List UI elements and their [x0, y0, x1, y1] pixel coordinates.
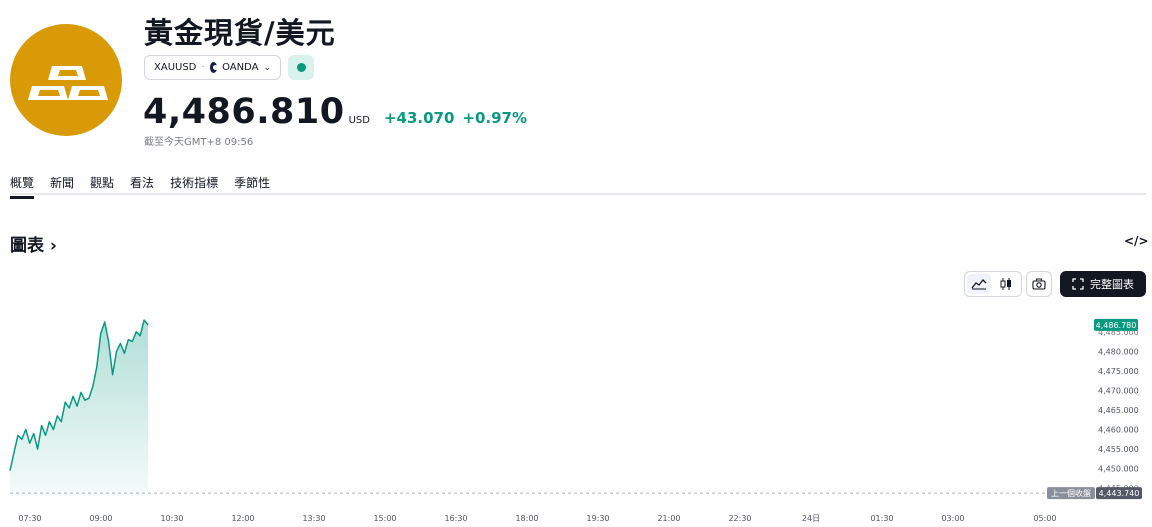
as-of-timestamp: 截至今天GMT+8 09:56 — [144, 137, 254, 148]
y-tick-label: 4,465.000 — [1098, 406, 1139, 415]
x-tick-label: 22:30 — [728, 514, 751, 523]
x-tick-label: 12:00 — [231, 514, 254, 523]
x-tick-label: 09:00 — [89, 514, 112, 523]
fullscreen-icon — [1072, 278, 1084, 290]
tab-bar: 概覽 新聞 觀點 看法 技術指標 季節性 — [10, 174, 270, 199]
area-chart-button[interactable] — [967, 274, 991, 294]
price-row: 4,486.810 USD +43.070 +0.97% — [143, 92, 527, 132]
y-tick-label: 4,480.000 — [1098, 347, 1139, 356]
chart-style-toggle — [964, 271, 1022, 297]
tab-seasonals[interactable]: 季節性 — [234, 174, 270, 199]
y-tick-label: 4,470.000 — [1098, 386, 1139, 395]
snapshot-button[interactable] — [1026, 271, 1052, 297]
area-chart-icon — [971, 279, 987, 290]
oanda-icon — [209, 62, 219, 73]
tab-overview[interactable]: 概覽 — [10, 174, 35, 199]
tab-news[interactable]: 新聞 — [50, 174, 74, 199]
y-tick-label: 4,450.000 — [1098, 465, 1139, 474]
current-price: 4,486.810 — [143, 92, 345, 132]
chevron-right-icon: › — [49, 236, 57, 256]
separator-dot: · — [201, 62, 205, 73]
exchange-label: OANDA — [222, 62, 259, 73]
code-icon[interactable]: </> — [1124, 234, 1149, 248]
symbol-selector[interactable]: XAUUSD · OANDA ⌄ — [144, 55, 281, 80]
x-tick-label: 01:30 — [870, 514, 893, 523]
market-open-dot-icon — [297, 63, 306, 72]
x-tick-label: 10:30 — [160, 514, 183, 523]
chevron-down-icon: ⌄ — [263, 62, 271, 73]
candlestick-icon — [1000, 278, 1011, 290]
y-tick-label: 4,475.000 — [1098, 367, 1139, 376]
tab-opinions[interactable]: 看法 — [130, 174, 154, 199]
x-tick-label: 19:30 — [586, 514, 609, 523]
tab-ideas[interactable]: 觀點 — [90, 174, 114, 199]
price-change-percent: +0.97% — [462, 109, 528, 127]
candlestick-chart-button[interactable] — [994, 274, 1018, 294]
x-tick-label: 13:30 — [302, 514, 325, 523]
full-chart-label: 完整圖表 — [1090, 278, 1134, 291]
x-tick-label: 15:00 — [373, 514, 396, 523]
x-tick-label: 07:30 — [18, 514, 41, 523]
page-title: 黃金現貨/美元 — [144, 16, 336, 50]
x-tick-label: 05:00 — [1033, 514, 1056, 523]
chart-section-title: 圖表 — [10, 236, 44, 256]
x-tick-label: 03:00 — [941, 514, 964, 523]
tab-technicals[interactable]: 技術指標 — [170, 174, 218, 199]
y-tick-label: 4,460.000 — [1098, 426, 1139, 435]
tabs-divider — [10, 193, 1146, 195]
price-area-fill — [10, 320, 149, 496]
previous-close-value: 4,443.740 — [1099, 489, 1140, 498]
last-price-label: 4,486.780 — [1096, 321, 1137, 330]
currency-label: USD — [348, 115, 370, 126]
gold-bars-icon — [28, 66, 108, 100]
x-tick-label: 21:00 — [657, 514, 680, 523]
market-status-badge[interactable] — [288, 55, 314, 80]
x-tick-label: 24日 — [802, 514, 820, 523]
x-tick-label: 16:30 — [444, 514, 467, 523]
full-chart-button[interactable]: 完整圖表 — [1060, 271, 1146, 297]
symbol-label: XAUUSD — [154, 62, 197, 73]
camera-icon — [1032, 278, 1046, 290]
gold-bars-logo — [10, 24, 122, 136]
previous-close-label: 上一個收盤 — [1051, 488, 1091, 498]
chart-section-link[interactable]: 圖表 › — [10, 231, 57, 256]
price-chart[interactable]: 4,485.0004,445.0004,480.0004,475.0004,47… — [0, 300, 1152, 527]
x-tick-label: 18:00 — [515, 514, 538, 523]
y-tick-label: 4,455.000 — [1098, 445, 1139, 454]
price-change: +43.070 — [383, 109, 455, 127]
